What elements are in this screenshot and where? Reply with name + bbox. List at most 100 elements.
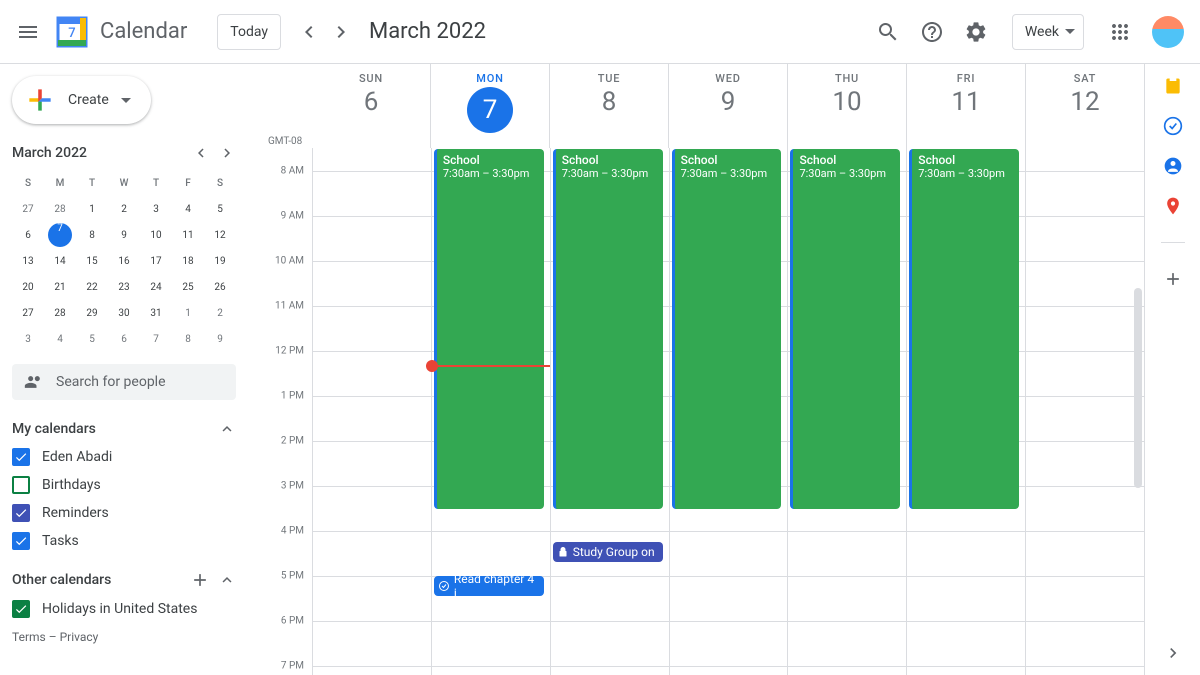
mini-day[interactable]: 4 — [44, 326, 76, 352]
mini-day[interactable]: 15 — [76, 248, 108, 274]
add-calendar-button[interactable] — [190, 570, 210, 590]
mini-day[interactable]: 3 — [140, 196, 172, 222]
mini-day[interactable]: 18 — [172, 248, 204, 274]
support-button[interactable] — [912, 12, 952, 52]
day-header[interactable]: WED9 — [668, 64, 787, 148]
day-header[interactable]: SUN6 — [312, 64, 430, 148]
mini-day[interactable]: 11 — [172, 222, 204, 248]
mini-day[interactable]: 1 — [76, 196, 108, 222]
day-header[interactable]: SAT12 — [1025, 64, 1144, 148]
calendar-item[interactable]: Tasks — [12, 530, 236, 552]
day-header[interactable]: THU10 — [787, 64, 906, 148]
day-column[interactable] — [1025, 148, 1144, 675]
calendar-item[interactable]: Eden Abadi — [12, 446, 236, 468]
mini-day[interactable]: 21 — [44, 274, 76, 300]
event-school[interactable]: School7:30am – 3:30pm — [434, 149, 544, 509]
mini-day[interactable]: 5 — [76, 326, 108, 352]
next-week-button[interactable] — [325, 16, 357, 48]
mini-day[interactable]: 27 — [12, 300, 44, 326]
calendar-checkbox[interactable] — [12, 448, 30, 466]
event-school[interactable]: School7:30am – 3:30pm — [909, 149, 1019, 509]
mini-day[interactable]: 1 — [172, 300, 204, 326]
mini-day[interactable]: 5 — [204, 196, 236, 222]
mini-day[interactable]: 31 — [140, 300, 172, 326]
privacy-link[interactable]: Privacy — [60, 630, 99, 644]
mini-day[interactable]: 26 — [204, 274, 236, 300]
mini-day[interactable]: 30 — [108, 300, 140, 326]
day-column[interactable]: School7:30am – 3:30pm — [787, 148, 906, 675]
event-school[interactable]: School7:30am – 3:30pm — [553, 149, 663, 509]
add-addon-button[interactable] — [1163, 269, 1183, 289]
mini-day[interactable]: 9 — [108, 222, 140, 248]
my-calendars-toggle[interactable]: My calendars — [12, 412, 236, 446]
day-column[interactable]: School7:30am – 3:30pm Read chapter 4 i — [431, 148, 550, 675]
other-calendars-toggle[interactable]: Other calendars — [12, 562, 236, 598]
settings-button[interactable] — [956, 12, 996, 52]
mini-day[interactable]: 22 — [76, 274, 108, 300]
day-column[interactable]: School7:30am – 3:30pm Study Group on — [550, 148, 669, 675]
account-avatar[interactable] — [1152, 16, 1184, 48]
calendar-item[interactable]: Holidays in United States — [12, 598, 236, 620]
event-study-group[interactable]: Study Group on — [553, 542, 663, 562]
mini-day[interactable]: 25 — [172, 274, 204, 300]
mini-day[interactable]: 7 — [44, 222, 76, 248]
main-menu-button[interactable] — [8, 12, 48, 52]
calendar-checkbox[interactable] — [12, 532, 30, 550]
day-column[interactable] — [312, 148, 431, 675]
mini-day[interactable]: 23 — [108, 274, 140, 300]
calendar-checkbox[interactable] — [12, 476, 30, 494]
mini-day[interactable]: 24 — [140, 274, 172, 300]
day-column[interactable]: School7:30am – 3:30pm — [906, 148, 1025, 675]
tasks-icon[interactable] — [1163, 116, 1183, 136]
mini-day[interactable]: 3 — [12, 326, 44, 352]
day-header[interactable]: TUE8 — [549, 64, 668, 148]
event-read-chapter[interactable]: Read chapter 4 i — [434, 576, 544, 596]
apps-button[interactable] — [1100, 12, 1140, 52]
mini-day[interactable]: 28 — [44, 300, 76, 326]
mini-day[interactable]: 12 — [204, 222, 236, 248]
vertical-scrollbar[interactable] — [1132, 148, 1144, 675]
mini-day[interactable]: 2 — [108, 196, 140, 222]
contacts-icon[interactable] — [1163, 156, 1183, 176]
calendar-item[interactable]: Birthdays — [12, 474, 236, 496]
mini-day[interactable]: 20 — [12, 274, 44, 300]
day-header[interactable]: FRI11 — [906, 64, 1025, 148]
event-school[interactable]: School7:30am – 3:30pm — [672, 149, 782, 509]
day-column[interactable]: School7:30am – 3:30pm — [669, 148, 788, 675]
mini-day[interactable]: 14 — [44, 248, 76, 274]
calendar-checkbox[interactable] — [12, 504, 30, 522]
mini-day[interactable]: 6 — [12, 222, 44, 248]
view-selector[interactable]: Week — [1012, 14, 1084, 50]
mini-prev-button[interactable] — [192, 144, 210, 162]
mini-dow: T — [140, 170, 172, 196]
mini-day[interactable]: 2 — [204, 300, 236, 326]
calendar-checkbox[interactable] — [12, 600, 30, 618]
mini-next-button[interactable] — [218, 144, 236, 162]
calendar-item[interactable]: Reminders — [12, 502, 236, 524]
mini-day[interactable]: 17 — [140, 248, 172, 274]
event-school[interactable]: School7:30am – 3:30pm — [790, 149, 900, 509]
mini-day[interactable]: 8 — [172, 326, 204, 352]
search-button[interactable] — [868, 12, 908, 52]
mini-day[interactable]: 29 — [76, 300, 108, 326]
search-people[interactable]: Search for people — [12, 364, 236, 400]
prev-week-button[interactable] — [293, 16, 325, 48]
mini-day[interactable]: 6 — [108, 326, 140, 352]
mini-day[interactable]: 19 — [204, 248, 236, 274]
mini-day[interactable]: 7 — [140, 326, 172, 352]
mini-day[interactable]: 8 — [76, 222, 108, 248]
terms-link[interactable]: Terms — [12, 630, 46, 644]
keep-icon[interactable] — [1163, 76, 1183, 96]
mini-day[interactable]: 9 — [204, 326, 236, 352]
mini-day[interactable]: 4 — [172, 196, 204, 222]
mini-day[interactable]: 28 — [44, 196, 76, 222]
day-header[interactable]: MON7 — [430, 64, 549, 148]
maps-icon[interactable] — [1163, 196, 1183, 216]
today-button[interactable]: Today — [217, 14, 281, 50]
mini-day[interactable]: 10 — [140, 222, 172, 248]
create-button[interactable]: Create — [12, 76, 151, 124]
mini-day[interactable]: 13 — [12, 248, 44, 274]
mini-day[interactable]: 16 — [108, 248, 140, 274]
hide-panel-button[interactable] — [1163, 643, 1183, 663]
mini-day[interactable]: 27 — [12, 196, 44, 222]
